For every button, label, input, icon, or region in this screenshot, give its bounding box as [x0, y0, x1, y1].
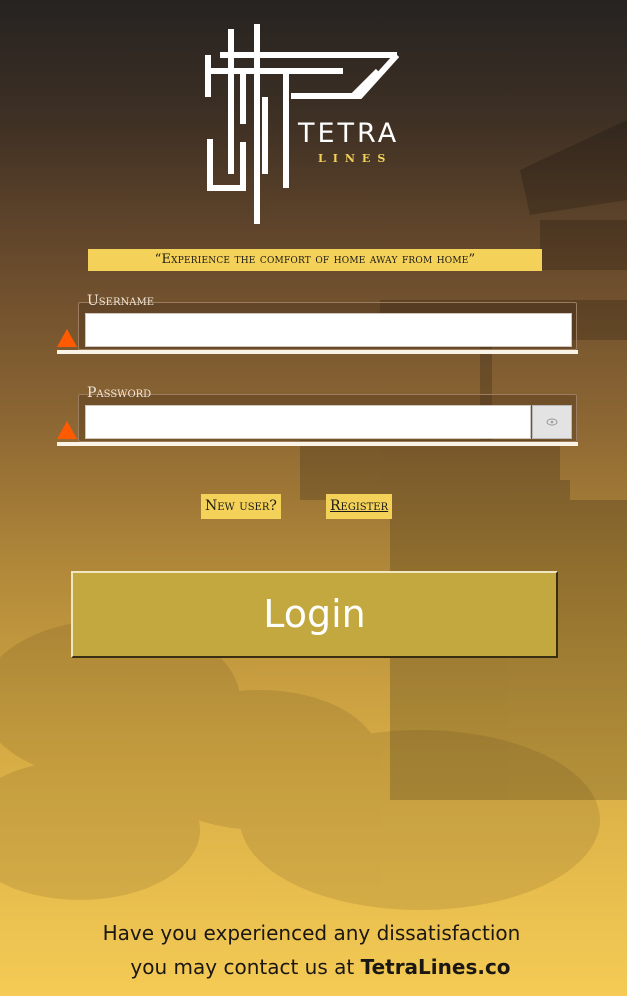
footer-line2-prefix: you may contact us at: [130, 955, 361, 979]
password-warning-icon: [57, 421, 77, 439]
logo-subtitle: LINES: [318, 152, 392, 165]
tetra-lines-logo: TETRA LINES: [205, 24, 400, 224]
password-underline: [57, 442, 578, 446]
show-password-button[interactable]: [532, 405, 572, 439]
register-link[interactable]: Register: [326, 494, 393, 519]
logo-title: TETRA: [297, 118, 399, 149]
eye-icon: [546, 418, 558, 426]
footer: Have you experienced any dissatisfaction…: [0, 916, 627, 984]
username-input[interactable]: [85, 313, 572, 347]
password-input[interactable]: [85, 405, 531, 439]
contact-link[interactable]: TetraLines.co: [361, 955, 511, 979]
username-underline: [57, 350, 578, 354]
username-fieldset: Username: [78, 293, 577, 350]
footer-line2: you may contact us at TetraLines.co: [0, 950, 627, 984]
username-warning-icon: [57, 329, 77, 347]
password-fieldset: Password: [78, 385, 577, 442]
new-user-label: New user?: [201, 494, 281, 519]
tagline: “Experience the comfort of home away fro…: [88, 249, 542, 271]
footer-line1: Have you experienced any dissatisfaction: [102, 921, 521, 945]
login-button[interactable]: Login: [71, 571, 558, 658]
password-label: Password: [87, 385, 152, 401]
username-label: Username: [87, 293, 154, 309]
